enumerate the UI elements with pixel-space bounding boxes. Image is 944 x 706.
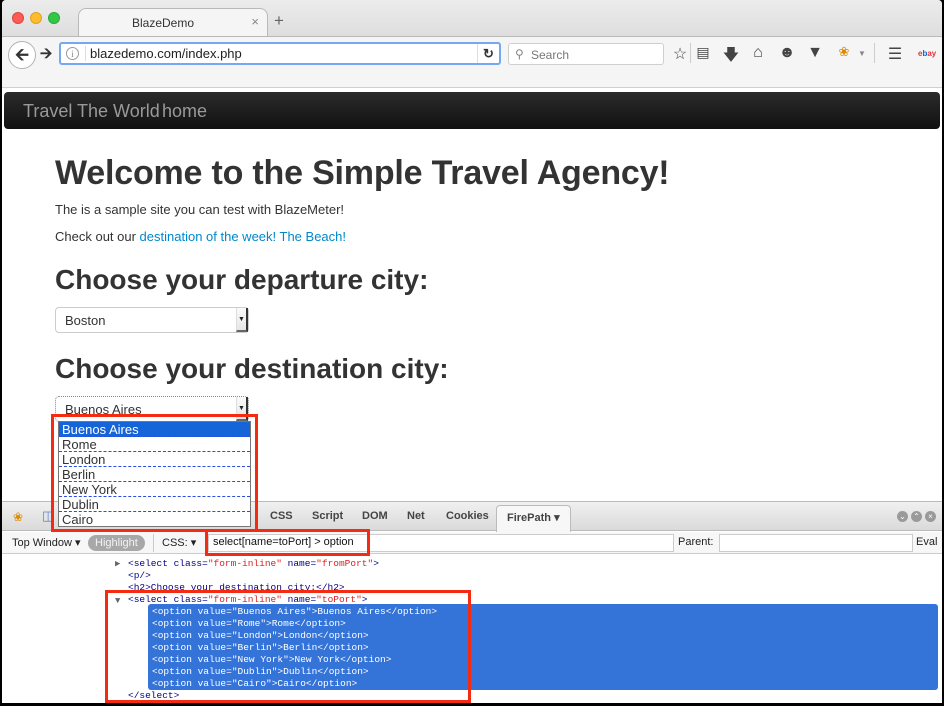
chevron-down-icon: ▼ (236, 397, 248, 421)
code-line-close-select[interactable]: </select> (128, 690, 179, 702)
browser-tab[interactable]: BlazeDemo × (78, 8, 268, 37)
dropdown-option[interactable]: Berlin (59, 467, 250, 482)
destination-week-text: Check out our destination of the week! T… (55, 229, 346, 244)
toolbar-separator (690, 43, 691, 63)
departure-heading: Choose your departure city: (55, 264, 429, 295)
collapse-triangle-icon[interactable]: ▼ (115, 596, 120, 606)
chevron-down-icon: ▼ (236, 308, 248, 332)
url-separator (85, 46, 86, 61)
code-line-option[interactable]: <option value="New York">New York</optio… (152, 654, 391, 666)
chat-icon[interactable]: ☻ (777, 44, 797, 62)
code-line-p[interactable]: <p/> (128, 570, 151, 582)
html-tree-view: ▶ <select class="form-inline" name="from… (2, 555, 942, 703)
ebay-icon[interactable]: ebay (918, 49, 936, 58)
code-line-option[interactable]: <option value="Rome">Rome</option> (152, 618, 346, 630)
url-input[interactable]: blazedemo.com/index.php (90, 46, 242, 61)
chevron-down-icon[interactable]: ⌄ (897, 511, 908, 522)
tab-script[interactable]: Script (312, 510, 343, 522)
dropdown-option[interactable]: New York (59, 482, 250, 497)
firebug-icon[interactable]: ❀ (834, 44, 854, 60)
dropdown-option[interactable]: Dublin (59, 497, 250, 512)
code-line-option[interactable]: <option value="London">London</option> (152, 630, 369, 642)
reload-icon[interactable]: ↻ (477, 44, 499, 63)
departure-value: Boston (65, 313, 106, 328)
tab-css[interactable]: CSS (270, 510, 293, 522)
inspect-element-icon[interactable]: ◫ (42, 508, 54, 524)
back-icon: 🡨 (15, 45, 29, 64)
search-input[interactable]: Search (531, 48, 569, 62)
code-line-option[interactable]: <option value="Berlin">Berlin</option> (152, 642, 369, 654)
departure-select[interactable]: Boston ▼ (55, 307, 249, 333)
eval-button[interactable]: Eval (916, 536, 937, 548)
forward-button[interactable]: 🡪 (40, 43, 52, 68)
site-navbar: Travel The World home (4, 92, 940, 129)
site-brand-link[interactable]: Travel The World (23, 101, 160, 122)
destination-week-link[interactable]: destination of the week! The Beach! (140, 229, 346, 244)
top-window-dropdown[interactable]: Top Window ▾ (12, 536, 81, 549)
bookmark-star-icon[interactable]: ☆ (670, 44, 690, 64)
url-bar[interactable]: i blazedemo.com/index.php ↻ (59, 42, 501, 65)
destination-value: Buenos Aires (65, 402, 142, 417)
back-button[interactable]: 🡨 (8, 41, 36, 69)
forward-icon: 🡪 (40, 45, 53, 62)
intro-text: The is a sample site you can test with B… (55, 202, 345, 217)
code-line-option[interactable]: <option value="Cairo">Cairo</option> (152, 678, 357, 690)
toolbar-divider (153, 534, 154, 552)
home-icon[interactable]: ⌂ (748, 44, 768, 62)
dropdown-option[interactable]: Buenos Aires (59, 422, 250, 437)
tab-net[interactable]: Net (407, 510, 425, 522)
navigation-bar: 🡨 🡪 i blazedemo.com/index.php ↻ ⚲ Search… (2, 36, 942, 88)
search-box[interactable]: ⚲ Search (508, 43, 664, 65)
firebug-icon[interactable]: ❀ (13, 510, 23, 524)
check-prefix: Check out our (55, 229, 140, 244)
code-line-option[interactable]: <option value="Buenos Aires">Buenos Aire… (152, 606, 437, 618)
css-query-input[interactable]: select[name=toPort] > option (208, 534, 674, 552)
dropdown-option[interactable]: Cairo (59, 512, 250, 527)
dropdown-option[interactable]: London (59, 452, 250, 467)
reading-list-icon[interactable]: ▤ (693, 44, 713, 61)
pocket-icon[interactable]: ▼ (805, 44, 825, 62)
parent-input[interactable] (719, 534, 913, 552)
search-icon: ⚲ (515, 47, 524, 61)
browser-window: BlazeDemo × + 🡨 🡪 i blazedemo.com/index.… (2, 0, 942, 703)
page-title: Welcome to the Simple Travel Agency! (55, 154, 670, 192)
close-icon[interactable]: × (925, 511, 936, 522)
dropdown-option[interactable]: Rome (59, 437, 250, 452)
destination-dropdown: Buenos Aires Rome London Berlin New York… (58, 421, 251, 527)
home-link[interactable]: home (162, 101, 207, 122)
download-icon[interactable]: 🡇 (721, 44, 741, 71)
selector-type-dropdown[interactable]: CSS: ▾ (162, 536, 196, 549)
minimize-window-button[interactable] (30, 12, 42, 24)
parent-label: Parent: (678, 536, 714, 548)
new-tab-button[interactable]: + (274, 11, 284, 31)
chevron-up-icon[interactable]: ⌃ (911, 511, 922, 522)
info-icon[interactable]: i (66, 47, 79, 60)
close-window-button[interactable] (12, 12, 24, 24)
tab-dom[interactable]: DOM (362, 510, 388, 522)
highlight-button[interactable]: Highlight (88, 535, 145, 551)
toolbar-separator (874, 43, 875, 63)
title-bar: BlazeDemo × + (2, 0, 942, 37)
firepath-toolbar: Top Window ▾ Highlight CSS: ▾ select[nam… (2, 532, 942, 554)
expand-triangle-icon[interactable]: ▶ (115, 559, 120, 569)
menu-icon[interactable]: ☰ (885, 44, 905, 64)
destination-heading: Choose your destination city: (55, 353, 449, 384)
code-line-h2[interactable]: <h2>Choose your destination city:</h2> (128, 582, 345, 590)
tab-close-icon[interactable]: × (251, 14, 259, 29)
maximize-window-button[interactable] (48, 12, 60, 24)
tab-firepath[interactable]: FirePath ▾ (496, 505, 571, 533)
destination-select[interactable]: Buenos Aires ▼ (55, 396, 249, 422)
firebug-dropdown-icon[interactable]: ▼ (852, 49, 872, 58)
code-line-option[interactable]: <option value="Dublin">Dublin</option> (152, 666, 369, 678)
tab-cookies[interactable]: Cookies (446, 510, 489, 522)
tab-title: BlazeDemo (131, 16, 195, 30)
code-line-from-select[interactable]: <select class="form-inline" name="fromPo… (128, 558, 379, 570)
